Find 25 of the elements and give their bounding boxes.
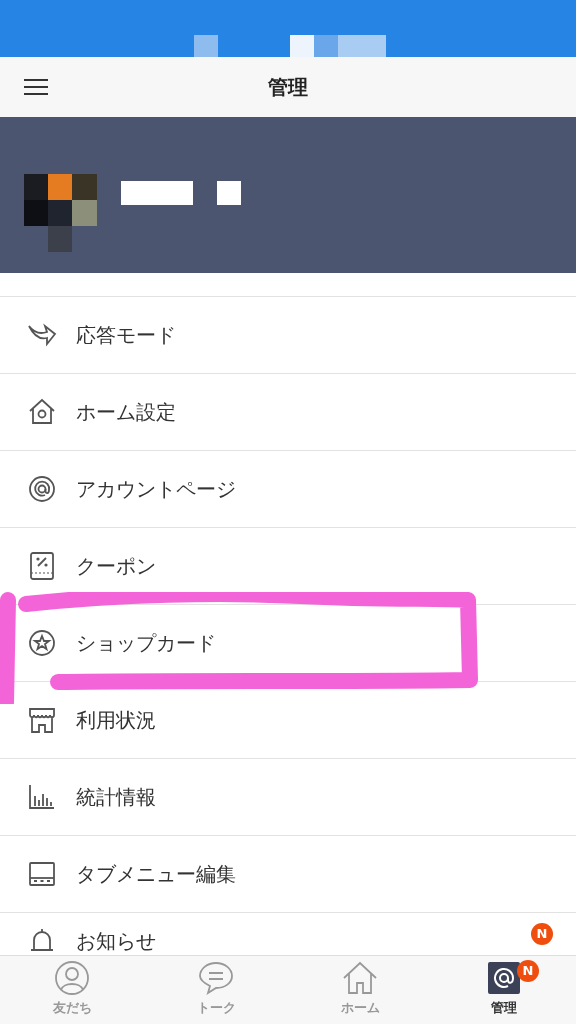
- bar-chart-icon: [27, 782, 57, 812]
- percent-card-icon: [27, 551, 57, 581]
- page-title: 管理: [268, 74, 308, 101]
- person-circle-icon: [55, 961, 89, 995]
- notification-badge: N: [531, 923, 553, 945]
- tab[interactable]: 管理 N: [432, 956, 576, 1024]
- menu-item[interactable]: ショップカード: [0, 605, 576, 682]
- notification-badge: N: [517, 960, 539, 982]
- house-icon: [343, 961, 377, 995]
- menu-item[interactable]: 利用状況: [0, 682, 576, 759]
- menu-item[interactable]: 応答モード: [0, 297, 576, 374]
- menu-item[interactable]: お知らせ N: [0, 913, 576, 955]
- at-sign-icon: [487, 961, 521, 995]
- menu-icon[interactable]: [24, 78, 48, 96]
- storefront-icon: [27, 705, 57, 735]
- speech-bubble-icon: [199, 961, 233, 995]
- at-sign-icon: [27, 474, 57, 504]
- tab-menu-icon: [27, 859, 57, 889]
- menu-item[interactable]: クーポン: [0, 528, 576, 605]
- menu-item[interactable]: ホーム設定: [0, 374, 576, 451]
- menu-item[interactable]: タブメニュー編集: [0, 836, 576, 913]
- star-circle-icon: [27, 628, 57, 658]
- home-gear-icon: [27, 397, 57, 427]
- menu-item[interactable]: アカウントページ: [0, 451, 576, 528]
- menu-item[interactable]: 統計情報: [0, 759, 576, 836]
